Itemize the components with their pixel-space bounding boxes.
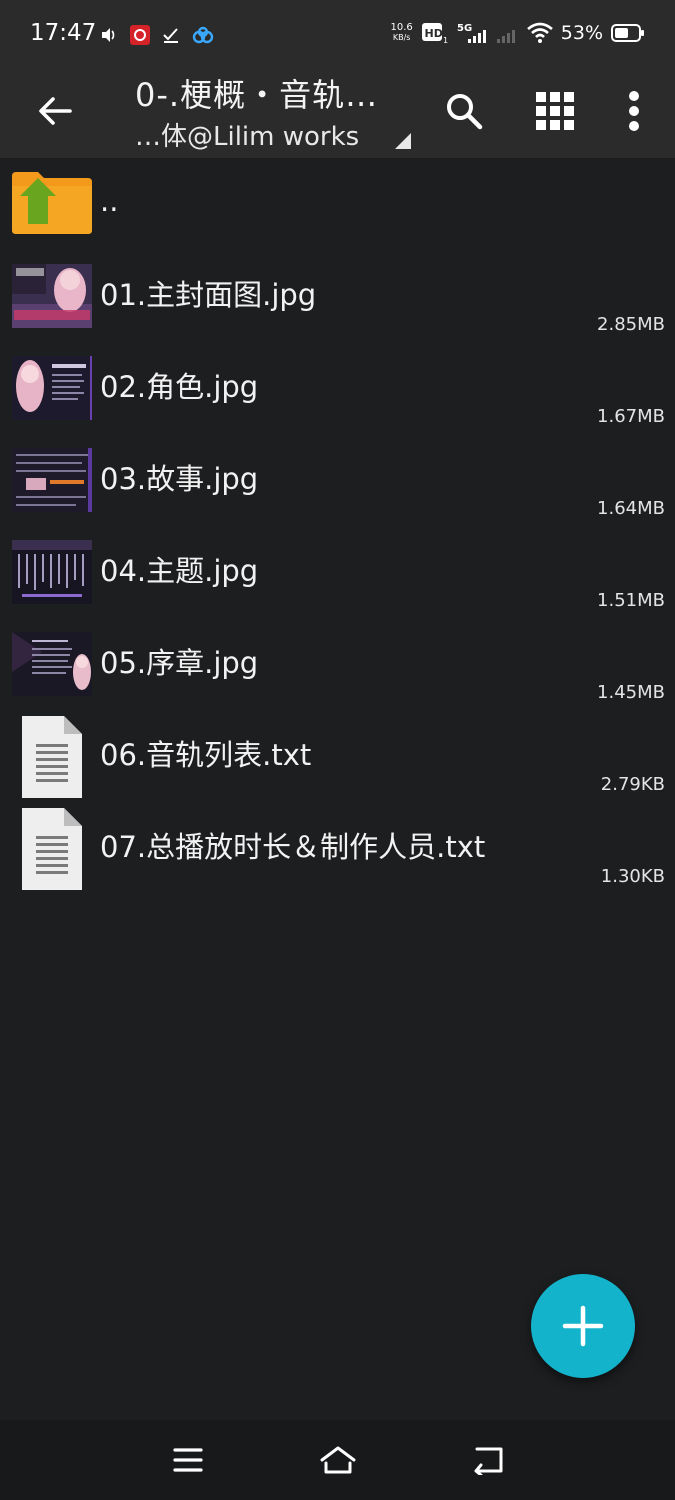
home-icon [320,1446,356,1474]
notification-icons [100,23,214,47]
text-file-icon [22,716,82,798]
nav-back-button[interactable] [466,1440,510,1480]
list-item-file[interactable]: 03.故事.jpg 1.64MB [0,434,675,526]
list-item-file[interactable]: 05.序章.jpg 1.45MB [0,618,675,710]
battery-percent: 53% [560,22,603,44]
dropdown-triangle-icon [395,133,411,149]
grid-view-button[interactable] [527,83,583,139]
file-name: 07.总播放时长＆制作人员.txt [100,830,486,864]
status-bar: 17:47 10.6 KB/s HD 1 5G 53% [0,0,675,68]
search-button[interactable] [436,83,492,139]
more-vert-icon [629,91,639,131]
net-speed-unit: KB/s [392,33,411,42]
file-name: 02.角色.jpg [100,370,259,404]
cloud-sync-icon [192,26,214,44]
system-nav-bar [0,1420,675,1500]
network-speed: 10.6 KB/s [391,23,413,43]
more-options-button[interactable] [606,83,662,139]
image-thumbnail [12,356,92,420]
image-thumbnail [12,264,92,328]
file-name: 04.主题.jpg [100,554,259,588]
page-title: 0-.梗概・音轨… [135,76,379,114]
file-name: 01.主封面图.jpg [100,278,317,312]
menu-icon [173,1448,203,1472]
file-size: 2.85MB [597,314,665,335]
file-name: .. [100,184,119,218]
grid-view-icon [536,92,574,130]
file-name: 05.序章.jpg [100,646,259,680]
list-item-file[interactable]: 01.主封面图.jpg 2.85MB [0,250,675,342]
plus-icon [562,1305,604,1347]
file-size: 1.30KB [600,866,665,887]
list-item-file[interactable]: 02.角色.jpg 1.67MB [0,342,675,434]
signal-secondary-icon [496,30,515,43]
image-thumbnail [12,540,92,604]
file-list: .. 01.主封面图.jpg 2.85MB 02.角色.jpg 1.67MB 0… [0,158,675,894]
battery-icon [611,24,644,42]
text-file-icon [22,808,82,890]
nav-menu-button[interactable] [166,1440,210,1480]
page-subtitle: …体@Lilim works [135,122,360,152]
status-time: 17:47 [30,20,97,46]
svg-text:5G: 5G [457,23,472,34]
image-thumbnail [12,448,92,512]
arrow-left-icon [39,97,72,125]
file-size: 1.67MB [597,406,665,427]
file-name: 06.音轨列表.txt [100,738,312,772]
back-button[interactable] [30,86,80,136]
hd-icon: HD 1 [421,23,448,45]
list-item-parent-folder[interactable]: .. [0,158,675,250]
folder-title-dropdown[interactable]: 0-.梗概・音轨… …体@Lilim works [135,68,425,158]
app-notification-icon [130,25,150,45]
return-icon [474,1447,503,1475]
image-thumbnail [12,632,92,696]
file-size: 2.79KB [600,774,665,795]
net-speed-value: 10.6 [390,22,413,33]
svg-text:1: 1 [443,36,448,45]
list-item-file[interactable]: 06.音轨列表.txt 2.79KB [0,710,675,802]
svg-text:HD: HD [424,27,442,40]
list-item-file[interactable]: 04.主题.jpg 1.51MB [0,526,675,618]
nav-home-button[interactable] [316,1440,360,1480]
list-item-file[interactable]: 07.总播放时长＆制作人员.txt 1.30KB [0,802,675,894]
search-icon [447,94,483,130]
status-indicators: 10.6 KB/s HD 1 5G 53% [391,18,646,48]
volume-icon [102,28,115,42]
file-name: 03.故事.jpg [100,462,259,496]
file-size: 1.64MB [597,498,665,519]
file-size: 1.51MB [597,590,665,611]
app-toolbar: 0-.梗概・音轨… …体@Lilim works [0,68,675,158]
file-size: 1.45MB [597,682,665,703]
add-button[interactable] [531,1274,635,1378]
check-icon [163,28,178,43]
signal-5g-icon: 5G [457,23,486,43]
parent-folder-icon [12,172,92,234]
wifi-icon [526,22,553,43]
